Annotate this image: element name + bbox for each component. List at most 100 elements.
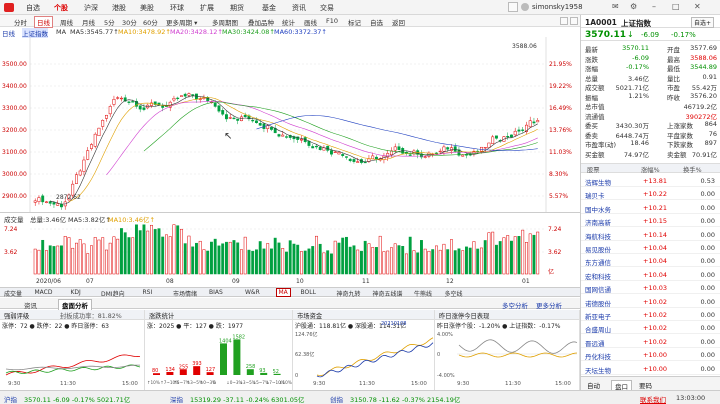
stock-list-item[interactable]: 新亚电子 +10.02 0.00	[581, 308, 720, 321]
indicator-tab[interactable]: 神奇九转	[337, 289, 361, 298]
contact-link[interactable]: 联系我们	[640, 394, 666, 404]
stock-list-item[interactable]: 天坛生物 +10.00 0.00	[581, 362, 720, 375]
volume-bar	[142, 224, 146, 275]
tab-news[interactable]: 资讯	[24, 300, 37, 310]
stock-list-item[interactable]: 海航科技 +10.14 0.00	[581, 228, 720, 241]
volume-bar	[363, 240, 367, 275]
nav-item-shsz[interactable]: 沪深	[84, 3, 98, 13]
y-tick-label: 2900.00	[2, 193, 27, 200]
candlestick-svg[interactable]: 3500.00 3400.00 3300.00 3200.00 3100.00 3000.…	[0, 37, 580, 212]
stock-list-item[interactable]: 国中水务 +10.21 0.00	[581, 201, 720, 214]
cy-index-label[interactable]: 创指	[330, 394, 343, 404]
tab-monthly[interactable]: 月线	[82, 17, 95, 27]
volume-bar	[427, 250, 431, 275]
indicator-tab[interactable]: 神奇五线谱	[373, 289, 403, 298]
close-icon[interactable]: ✕	[694, 2, 701, 11]
nav-item-stock[interactable]: 个股	[54, 3, 68, 13]
volume-bar	[378, 235, 382, 275]
nav-item-watchlist[interactable]: 自选	[26, 3, 40, 13]
tab-intraday[interactable]: 分时	[14, 17, 27, 27]
sh-index-label[interactable]: 沪指	[4, 394, 17, 404]
layout-icon[interactable]	[560, 17, 568, 25]
indicator-tab[interactable]: KDJ	[71, 289, 81, 296]
tab-weekly[interactable]: 周线	[60, 17, 73, 27]
nav-item-global[interactable]: 环球	[170, 3, 184, 13]
tab-auto[interactable]: 自动	[587, 380, 600, 390]
indicator-tab[interactable]: BOLL	[301, 289, 316, 296]
tab-30min[interactable]: 30分	[122, 17, 137, 27]
nav-item-futures[interactable]: 基金	[262, 3, 276, 13]
candle	[258, 123, 262, 126]
tab-60min[interactable]: 60分	[143, 17, 158, 27]
indicator-tab[interactable]: RSI	[143, 289, 153, 296]
indicator-tab[interactable]: 市场情绪	[173, 289, 197, 298]
nav-item-us[interactable]: 美股	[140, 3, 154, 13]
volume-bar	[157, 228, 161, 275]
volume-chart[interactable]: 成交量 总量:3.46亿 MA5:3.82亿↑ MA10:3.46亿↑ 2020…	[0, 212, 580, 287]
candle	[300, 138, 303, 141]
tab-self[interactable]: 自选	[370, 17, 383, 27]
volume-bar	[101, 237, 105, 275]
tab-mark[interactable]: 标记	[348, 17, 361, 27]
nav-item-extend[interactable]: 期货	[230, 3, 244, 13]
expand-icon[interactable]	[570, 17, 578, 25]
maximize-icon[interactable]: □	[672, 2, 680, 11]
nav-item-news[interactable]: 交易	[320, 3, 334, 13]
minimize-icon[interactable]: –	[652, 2, 656, 11]
settings-icon[interactable]: ⚙	[630, 2, 637, 11]
limit-up-line	[5, 354, 141, 376]
stock-list-item[interactable]: 晋远通 +10.02 0.00	[581, 335, 720, 348]
nav-item-global2[interactable]: 扩展	[200, 3, 214, 13]
indicator-tab[interactable]: BIAS	[209, 289, 223, 296]
indicator-tab[interactable]: 多空线	[445, 289, 463, 298]
stock-list-item[interactable]: 瑞贝卡 +10.22 0.00	[581, 187, 720, 201]
indicator-tab[interactable]: W&R	[245, 289, 260, 296]
updown-svg: 80 134 2553931271404158225893 52↑10% ↑7~10%↑…	[147, 334, 292, 385]
stock-list-item[interactable]: 丹化科技 +10.00 0.00	[581, 348, 720, 362]
more-periods-dropdown[interactable]: 更多周期 ▾	[166, 17, 197, 27]
stock-list-item[interactable]: 国网信通 +10.03 0.00	[581, 281, 720, 295]
volume-bar	[341, 237, 345, 275]
candlestick-chart[interactable]: 3500.00 3400.00 3300.00 3200.00 3100.00 3000.…	[0, 37, 580, 212]
indicator-tab[interactable]: DMI趋向	[101, 289, 125, 298]
sz-index-label[interactable]: 深指	[170, 394, 183, 404]
indicator-tab[interactable]: MACD	[35, 289, 53, 296]
add-watchlist-button[interactable]: 自选+	[691, 17, 715, 28]
volume-bar	[326, 250, 330, 275]
stock-list-item[interactable]: 合盛周山 +10.02 0.00	[581, 321, 720, 335]
stock-list-item[interactable]: 东方通信 +10.04 0.00	[581, 254, 720, 268]
mail-icon[interactable]: ✉	[612, 2, 619, 11]
tab-f10[interactable]: F10	[326, 17, 338, 25]
grid-icon[interactable]	[508, 2, 518, 12]
stock-list-item[interactable]: 易见股份 +10.04 0.00	[581, 241, 720, 254]
volume-bar	[356, 249, 360, 275]
more-analysis-link[interactable]: 更多分析	[536, 300, 562, 310]
tab-draw[interactable]: 画线	[304, 17, 317, 27]
nav-item-funds[interactable]: 资讯	[292, 3, 306, 13]
tab-overlay[interactable]: 叠加品种	[248, 17, 274, 27]
username[interactable]: simonsky1958	[532, 3, 583, 11]
ma10-label: MA10:3478.92↑	[118, 28, 171, 36]
stock-list-item[interactable]: 宏和科技 +10.04 0.00	[581, 268, 720, 281]
bull-bear-link[interactable]: 多空分析	[502, 300, 528, 310]
y-tick-label: 3000.00	[2, 171, 27, 178]
indicator-tab[interactable]: 成交量	[4, 289, 22, 298]
tab-back[interactable]: 返回	[392, 17, 405, 27]
avatar[interactable]	[521, 3, 529, 11]
stock-list-item[interactable]: 浩辉生物 +13.81 0.53	[581, 174, 720, 187]
strength-svg: 9:30 11:30 15:00	[5, 354, 141, 387]
stock-list-item[interactable]: 济南高新 +10.15 0.00	[581, 214, 720, 228]
y-tick-label: 3200.00	[2, 127, 27, 134]
candle	[356, 161, 360, 163]
tab-stats[interactable]: 统计	[282, 17, 295, 27]
tab-5min[interactable]: 5分	[104, 17, 115, 27]
indicator-tab[interactable]: MA	[275, 288, 291, 297]
tab-code[interactable]: 要码	[639, 380, 652, 390]
nav-item-hk[interactable]: 港股	[112, 3, 126, 13]
volume-bar	[228, 241, 232, 275]
tab-multi-period[interactable]: 多周期图	[212, 17, 238, 27]
stock-list-item[interactable]: 诺德股份 +10.02 0.00	[581, 295, 720, 308]
candle	[371, 155, 375, 159]
indicator-tab[interactable]: 牛熊线	[414, 289, 432, 298]
y-tick-label: 3100.00	[2, 149, 27, 156]
